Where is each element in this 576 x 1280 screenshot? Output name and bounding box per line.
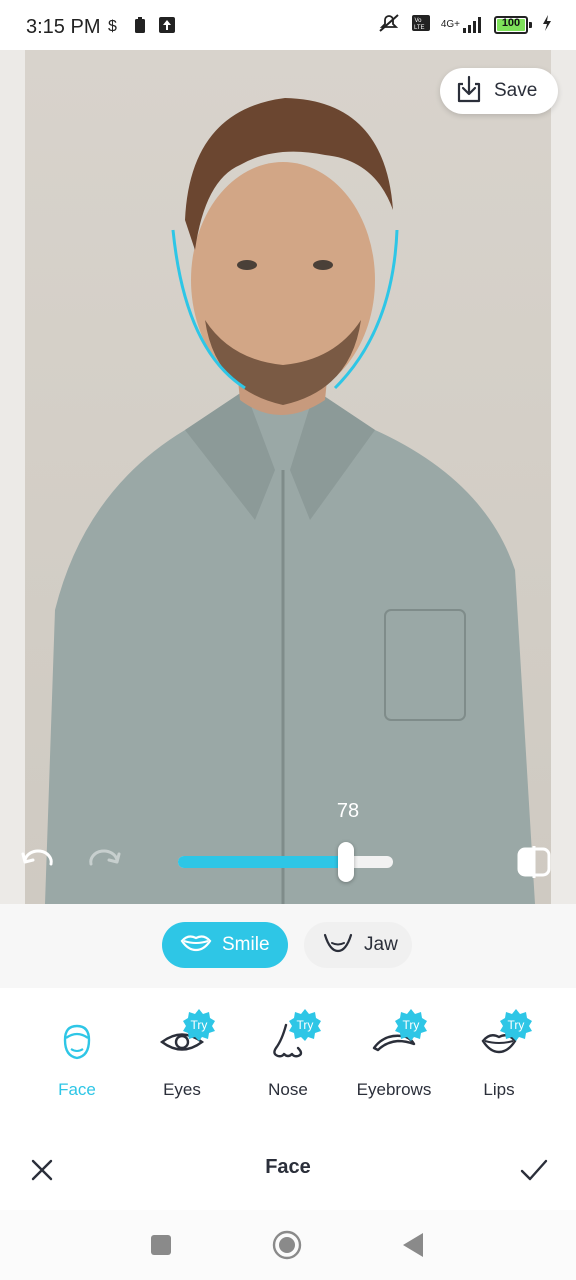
status-time: 3:15 PM bbox=[26, 16, 101, 38]
slider-thumb[interactable] bbox=[337, 842, 354, 882]
face-icon bbox=[47, 1012, 107, 1072]
tool-label: Face bbox=[58, 1080, 96, 1099]
try-badge: Try bbox=[500, 1009, 532, 1041]
status-bar: 3:15 PM $ Vo LTE 4G+ 100 bbox=[0, 0, 576, 50]
undo-icon[interactable] bbox=[20, 846, 56, 876]
chip-smile[interactable]: Smile bbox=[162, 922, 288, 968]
feature-chips: Smile Jaw bbox=[0, 904, 576, 988]
portrait-illustration bbox=[45, 98, 535, 904]
lips-icon: Try bbox=[469, 1009, 532, 1072]
signal-icon: 4G+ bbox=[441, 16, 484, 34]
tool-label: Lips bbox=[483, 1080, 515, 1099]
tool-bar: Face Try Eyes Try Nose Try Eyebrows Try … bbox=[0, 988, 576, 1128]
try-badge: Try bbox=[289, 1009, 321, 1041]
redo-icon[interactable] bbox=[86, 846, 122, 876]
chip-label: Smile bbox=[222, 934, 270, 955]
photo-canvas-area[interactable]: Save 78 bbox=[0, 50, 576, 904]
system-nav-bar bbox=[0, 1210, 576, 1280]
svg-text:Vo: Vo bbox=[414, 18, 422, 24]
charging-icon bbox=[542, 14, 552, 37]
upload-icon bbox=[158, 14, 176, 36]
badge-text: Try bbox=[403, 1018, 420, 1032]
intensity-slider[interactable] bbox=[178, 842, 393, 882]
tool-lips[interactable]: Try Lips bbox=[444, 1009, 554, 1112]
eyebrow-icon: Try bbox=[364, 1009, 427, 1072]
chip-label: Jaw bbox=[364, 934, 398, 955]
slider-value: 78 bbox=[336, 800, 360, 822]
slider-fill bbox=[178, 856, 346, 868]
home-icon[interactable] bbox=[272, 1230, 302, 1260]
check-icon[interactable] bbox=[514, 1150, 554, 1190]
jaw-icon bbox=[322, 931, 354, 959]
svg-text:$: $ bbox=[108, 18, 117, 34]
save-label: Save bbox=[494, 80, 538, 101]
battery-icon: 100 bbox=[494, 16, 532, 34]
battery-saver-icon bbox=[134, 14, 146, 36]
edit-panel: Smile Jaw Face Try Eyes Try Nose Try Eye… bbox=[0, 904, 576, 1210]
network-type: 4G+ bbox=[440, 19, 460, 30]
volte-icon: Vo LTE bbox=[411, 13, 431, 38]
try-badge: Try bbox=[395, 1009, 427, 1041]
action-bar: Face bbox=[0, 1128, 576, 1210]
badge-text: Try bbox=[297, 1018, 314, 1032]
compare-icon[interactable] bbox=[514, 844, 554, 880]
svg-text:LTE: LTE bbox=[414, 25, 425, 31]
battery-level: 100 bbox=[501, 17, 521, 29]
action-bar-title: Face bbox=[265, 1156, 311, 1178]
try-badge: Try bbox=[183, 1009, 215, 1041]
mute-icon bbox=[377, 13, 401, 38]
tool-label: Eyebrows bbox=[356, 1080, 432, 1099]
nose-icon: Try bbox=[258, 1009, 321, 1072]
status-right-group: Vo LTE 4G+ 100 bbox=[377, 13, 552, 38]
portrait-photo bbox=[25, 50, 551, 904]
tool-eyes[interactable]: Try Eyes bbox=[127, 1009, 237, 1112]
lips-icon bbox=[180, 932, 212, 958]
tool-label: Nose bbox=[268, 1080, 308, 1099]
dollar-icon: $ bbox=[108, 14, 120, 36]
recents-icon[interactable] bbox=[146, 1230, 176, 1260]
tool-nose[interactable]: Try Nose bbox=[233, 1009, 343, 1112]
eye-icon: Try bbox=[152, 1009, 215, 1072]
tool-eyebrows[interactable]: Try Eyebrows bbox=[339, 1009, 449, 1112]
save-button[interactable]: Save bbox=[440, 68, 558, 114]
chip-jaw[interactable]: Jaw bbox=[304, 922, 412, 968]
tool-label: Eyes bbox=[163, 1080, 201, 1099]
tool-face[interactable]: Face bbox=[22, 1012, 132, 1112]
badge-text: Try bbox=[191, 1018, 208, 1032]
badge-text: Try bbox=[508, 1018, 525, 1032]
download-icon bbox=[454, 74, 484, 109]
back-icon[interactable] bbox=[398, 1230, 428, 1260]
